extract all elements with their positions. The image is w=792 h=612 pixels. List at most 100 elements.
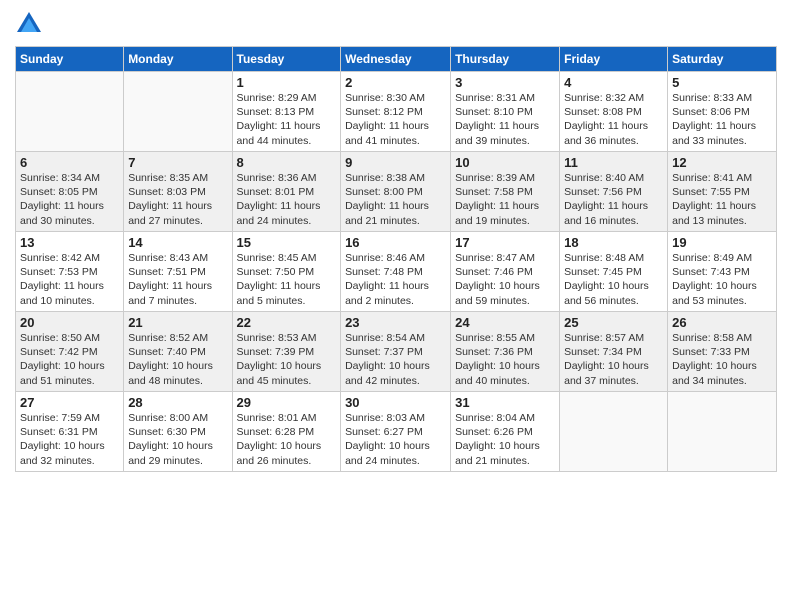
calendar-cell: 1Sunrise: 8:29 AM Sunset: 8:13 PM Daylig… [232, 72, 341, 152]
calendar-cell: 29Sunrise: 8:01 AM Sunset: 6:28 PM Dayli… [232, 392, 341, 472]
calendar-cell: 11Sunrise: 8:40 AM Sunset: 7:56 PM Dayli… [560, 152, 668, 232]
day-info: Sunrise: 8:55 AM Sunset: 7:36 PM Dayligh… [455, 331, 555, 388]
day-info: Sunrise: 8:38 AM Sunset: 8:00 PM Dayligh… [345, 171, 446, 228]
day-info: Sunrise: 8:03 AM Sunset: 6:27 PM Dayligh… [345, 411, 446, 468]
day-number: 30 [345, 395, 446, 410]
day-info: Sunrise: 8:43 AM Sunset: 7:51 PM Dayligh… [128, 251, 227, 308]
day-info: Sunrise: 8:35 AM Sunset: 8:03 PM Dayligh… [128, 171, 227, 228]
calendar-header-wednesday: Wednesday [341, 47, 451, 72]
header [15, 10, 777, 38]
day-number: 16 [345, 235, 446, 250]
calendar-cell: 6Sunrise: 8:34 AM Sunset: 8:05 PM Daylig… [16, 152, 124, 232]
day-number: 5 [672, 75, 772, 90]
calendar-cell: 13Sunrise: 8:42 AM Sunset: 7:53 PM Dayli… [16, 232, 124, 312]
calendar-cell: 9Sunrise: 8:38 AM Sunset: 8:00 PM Daylig… [341, 152, 451, 232]
calendar-cell: 17Sunrise: 8:47 AM Sunset: 7:46 PM Dayli… [451, 232, 560, 312]
day-number: 2 [345, 75, 446, 90]
day-number: 17 [455, 235, 555, 250]
day-info: Sunrise: 8:50 AM Sunset: 7:42 PM Dayligh… [20, 331, 119, 388]
day-info: Sunrise: 7:59 AM Sunset: 6:31 PM Dayligh… [20, 411, 119, 468]
calendar-cell: 8Sunrise: 8:36 AM Sunset: 8:01 PM Daylig… [232, 152, 341, 232]
calendar-header-row: SundayMondayTuesdayWednesdayThursdayFrid… [16, 47, 777, 72]
day-info: Sunrise: 8:30 AM Sunset: 8:12 PM Dayligh… [345, 91, 446, 148]
calendar-header-thursday: Thursday [451, 47, 560, 72]
calendar-cell: 25Sunrise: 8:57 AM Sunset: 7:34 PM Dayli… [560, 312, 668, 392]
day-number: 18 [564, 235, 663, 250]
day-number: 31 [455, 395, 555, 410]
day-info: Sunrise: 8:49 AM Sunset: 7:43 PM Dayligh… [672, 251, 772, 308]
calendar-cell: 7Sunrise: 8:35 AM Sunset: 8:03 PM Daylig… [124, 152, 232, 232]
calendar-cell: 16Sunrise: 8:46 AM Sunset: 7:48 PM Dayli… [341, 232, 451, 312]
page: SundayMondayTuesdayWednesdayThursdayFrid… [0, 0, 792, 612]
calendar-week-row: 1Sunrise: 8:29 AM Sunset: 8:13 PM Daylig… [16, 72, 777, 152]
day-number: 29 [237, 395, 337, 410]
day-info: Sunrise: 8:40 AM Sunset: 7:56 PM Dayligh… [564, 171, 663, 228]
calendar-week-row: 6Sunrise: 8:34 AM Sunset: 8:05 PM Daylig… [16, 152, 777, 232]
calendar-cell: 28Sunrise: 8:00 AM Sunset: 6:30 PM Dayli… [124, 392, 232, 472]
day-number: 12 [672, 155, 772, 170]
day-info: Sunrise: 8:39 AM Sunset: 7:58 PM Dayligh… [455, 171, 555, 228]
day-number: 22 [237, 315, 337, 330]
calendar-header-monday: Monday [124, 47, 232, 72]
day-info: Sunrise: 8:04 AM Sunset: 6:26 PM Dayligh… [455, 411, 555, 468]
day-info: Sunrise: 8:41 AM Sunset: 7:55 PM Dayligh… [672, 171, 772, 228]
calendar-cell: 20Sunrise: 8:50 AM Sunset: 7:42 PM Dayli… [16, 312, 124, 392]
day-number: 23 [345, 315, 446, 330]
calendar-cell: 3Sunrise: 8:31 AM Sunset: 8:10 PM Daylig… [451, 72, 560, 152]
calendar-cell: 14Sunrise: 8:43 AM Sunset: 7:51 PM Dayli… [124, 232, 232, 312]
calendar-cell: 2Sunrise: 8:30 AM Sunset: 8:12 PM Daylig… [341, 72, 451, 152]
calendar-cell: 23Sunrise: 8:54 AM Sunset: 7:37 PM Dayli… [341, 312, 451, 392]
calendar-cell [668, 392, 777, 472]
day-number: 27 [20, 395, 119, 410]
logo-icon [15, 10, 43, 38]
day-number: 3 [455, 75, 555, 90]
day-info: Sunrise: 8:47 AM Sunset: 7:46 PM Dayligh… [455, 251, 555, 308]
day-info: Sunrise: 8:31 AM Sunset: 8:10 PM Dayligh… [455, 91, 555, 148]
calendar-week-row: 27Sunrise: 7:59 AM Sunset: 6:31 PM Dayli… [16, 392, 777, 472]
day-number: 15 [237, 235, 337, 250]
day-info: Sunrise: 8:29 AM Sunset: 8:13 PM Dayligh… [237, 91, 337, 148]
calendar-cell: 18Sunrise: 8:48 AM Sunset: 7:45 PM Dayli… [560, 232, 668, 312]
calendar-cell: 19Sunrise: 8:49 AM Sunset: 7:43 PM Dayli… [668, 232, 777, 312]
calendar-cell: 26Sunrise: 8:58 AM Sunset: 7:33 PM Dayli… [668, 312, 777, 392]
day-number: 14 [128, 235, 227, 250]
day-info: Sunrise: 8:34 AM Sunset: 8:05 PM Dayligh… [20, 171, 119, 228]
day-number: 24 [455, 315, 555, 330]
day-info: Sunrise: 8:46 AM Sunset: 7:48 PM Dayligh… [345, 251, 446, 308]
calendar-cell: 10Sunrise: 8:39 AM Sunset: 7:58 PM Dayli… [451, 152, 560, 232]
calendar-header-sunday: Sunday [16, 47, 124, 72]
calendar-cell: 30Sunrise: 8:03 AM Sunset: 6:27 PM Dayli… [341, 392, 451, 472]
calendar-cell: 15Sunrise: 8:45 AM Sunset: 7:50 PM Dayli… [232, 232, 341, 312]
day-number: 26 [672, 315, 772, 330]
day-number: 19 [672, 235, 772, 250]
calendar-table: SundayMondayTuesdayWednesdayThursdayFrid… [15, 46, 777, 472]
calendar-cell: 22Sunrise: 8:53 AM Sunset: 7:39 PM Dayli… [232, 312, 341, 392]
calendar-cell [560, 392, 668, 472]
calendar-header-tuesday: Tuesday [232, 47, 341, 72]
day-number: 20 [20, 315, 119, 330]
day-number: 10 [455, 155, 555, 170]
day-number: 4 [564, 75, 663, 90]
day-info: Sunrise: 8:00 AM Sunset: 6:30 PM Dayligh… [128, 411, 227, 468]
day-info: Sunrise: 8:45 AM Sunset: 7:50 PM Dayligh… [237, 251, 337, 308]
calendar-week-row: 13Sunrise: 8:42 AM Sunset: 7:53 PM Dayli… [16, 232, 777, 312]
calendar-week-row: 20Sunrise: 8:50 AM Sunset: 7:42 PM Dayli… [16, 312, 777, 392]
day-number: 6 [20, 155, 119, 170]
calendar-cell: 31Sunrise: 8:04 AM Sunset: 6:26 PM Dayli… [451, 392, 560, 472]
calendar-cell: 24Sunrise: 8:55 AM Sunset: 7:36 PM Dayli… [451, 312, 560, 392]
day-number: 9 [345, 155, 446, 170]
day-number: 8 [237, 155, 337, 170]
day-number: 7 [128, 155, 227, 170]
calendar-cell [124, 72, 232, 152]
day-info: Sunrise: 8:33 AM Sunset: 8:06 PM Dayligh… [672, 91, 772, 148]
day-info: Sunrise: 8:58 AM Sunset: 7:33 PM Dayligh… [672, 331, 772, 388]
calendar-header-friday: Friday [560, 47, 668, 72]
day-info: Sunrise: 8:52 AM Sunset: 7:40 PM Dayligh… [128, 331, 227, 388]
calendar-cell: 5Sunrise: 8:33 AM Sunset: 8:06 PM Daylig… [668, 72, 777, 152]
calendar-cell: 21Sunrise: 8:52 AM Sunset: 7:40 PM Dayli… [124, 312, 232, 392]
calendar-cell: 27Sunrise: 7:59 AM Sunset: 6:31 PM Dayli… [16, 392, 124, 472]
day-number: 11 [564, 155, 663, 170]
day-number: 21 [128, 315, 227, 330]
day-info: Sunrise: 8:36 AM Sunset: 8:01 PM Dayligh… [237, 171, 337, 228]
day-info: Sunrise: 8:48 AM Sunset: 7:45 PM Dayligh… [564, 251, 663, 308]
